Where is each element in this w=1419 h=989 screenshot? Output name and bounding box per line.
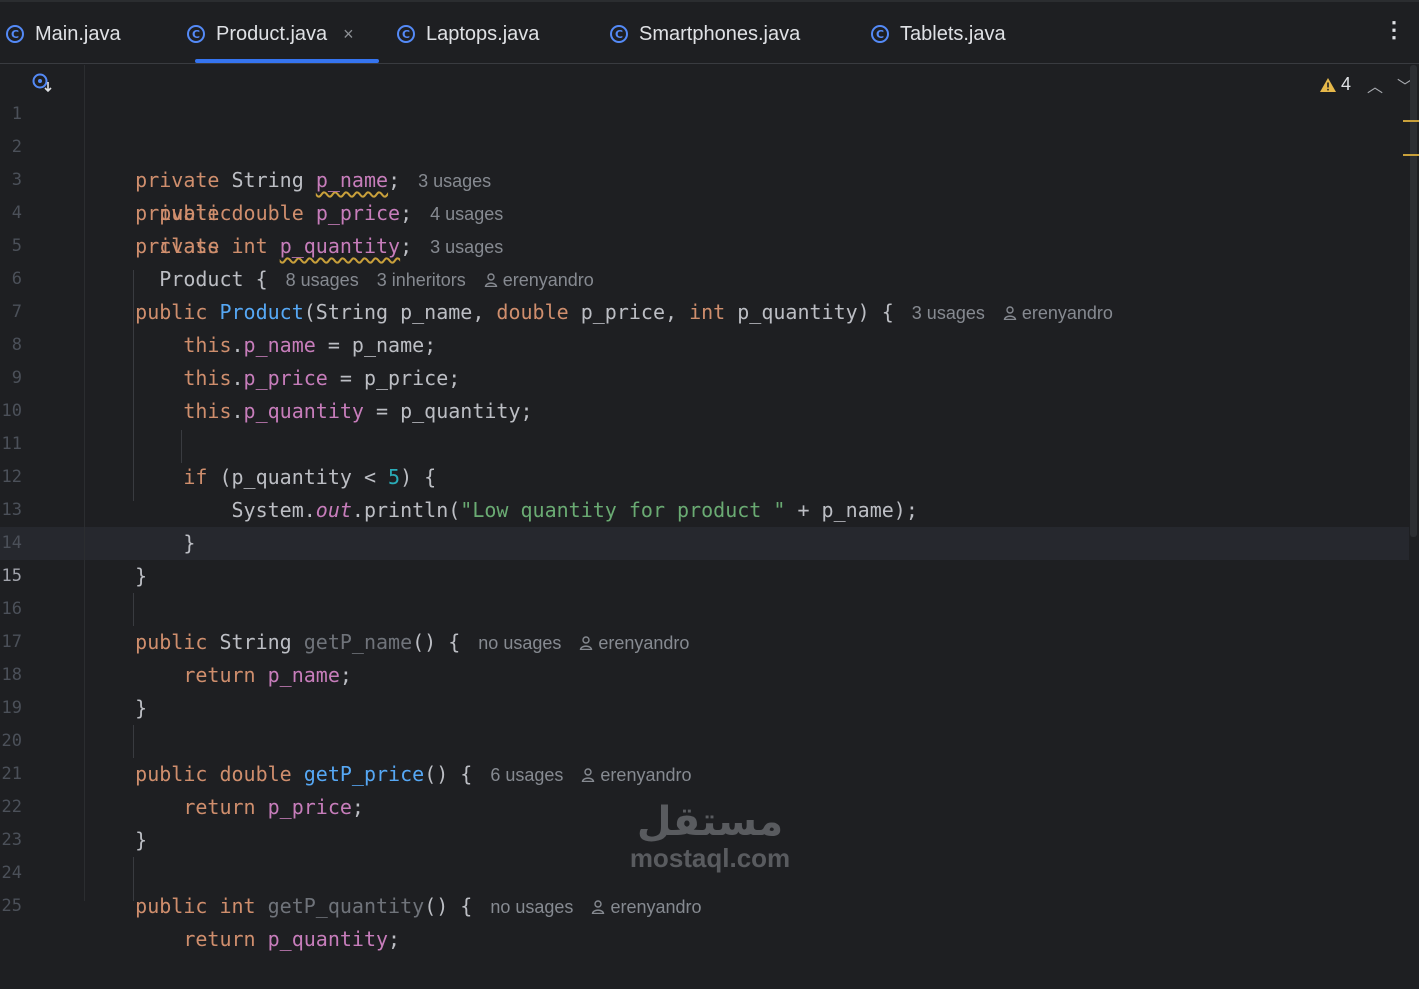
warning-stripe-mark[interactable]	[1403, 120, 1419, 122]
code-line: 5	[0, 197, 1400, 256]
tab-product-java[interactable]: C Product.java ×	[187, 14, 354, 54]
warnings-indicator[interactable]: 4	[1319, 74, 1351, 95]
watermark-arabic: مستقل	[636, 799, 784, 845]
more-options-icon[interactable]: ⋮	[1383, 19, 1405, 41]
class-run-icon: C	[6, 25, 24, 43]
warning-count: 4	[1340, 74, 1351, 94]
previous-highlight-icon[interactable]: ︿	[1367, 73, 1383, 97]
code-line: 13 }	[0, 461, 1400, 555]
author-hint[interactable]: erenyandro	[591, 897, 702, 917]
code-line: 4 private int p_quantity; 3 usages	[0, 164, 1400, 258]
code-line: 9 this.p_quantity = p_quantity;	[0, 329, 1400, 423]
top-border	[0, 0, 1419, 2]
code-line: 7 this.p_name = p_name;	[0, 263, 1400, 357]
code-line: 17 return p_name;	[0, 593, 1400, 687]
semicolon: ;	[388, 927, 401, 951]
code-line: 21 return p_price;	[0, 725, 1400, 819]
code-line: 12 System.out.println("Low quantity for …	[0, 428, 1400, 522]
code-line: 2 private String p_name; 3 usages	[0, 98, 1400, 192]
code-line: 1 public class Product {8 usages 3 inheri…	[0, 65, 1400, 291]
class-icon: C	[187, 25, 205, 43]
keyword: public	[135, 894, 208, 918]
warning-stripe-mark[interactable]	[1403, 154, 1419, 156]
code-line: 8 this.p_price = p_price;	[0, 296, 1400, 390]
tab-label: Tablets.java	[900, 22, 1006, 45]
code-line: 3 private double p_price; 4 usages	[0, 131, 1400, 225]
keyword: return	[183, 927, 256, 951]
method-name-unused: getP_quantity	[267, 894, 425, 918]
editor-tab-bar: C Main.java C Product.java × C Laptops.j…	[0, 0, 1419, 64]
tab-main-java[interactable]: C Main.java	[6, 14, 121, 54]
keyword: int	[219, 894, 256, 918]
code-line: 11 if (p_quantity < 5) {	[0, 395, 1400, 489]
implementations-gutter-icon[interactable]	[31, 72, 53, 94]
code-line-current: 15	[0, 527, 1400, 586]
code-editor[interactable]: 1 public class Product {8 usages 3 inheri…	[0, 65, 1419, 951]
class-icon: C	[397, 25, 415, 43]
code-line: 22 }	[0, 758, 1400, 852]
code-line: 6 public Product(String p_name, double p…	[0, 230, 1400, 324]
field-name: p_quantity	[267, 927, 389, 951]
tab-smartphones-java[interactable]: C Smartphones.java	[610, 14, 800, 54]
warning-icon	[1319, 77, 1336, 92]
code-line: 10	[0, 362, 1400, 421]
class-icon: C	[871, 25, 889, 43]
author-name: erenyandro	[610, 897, 702, 917]
line-number: 25	[1, 896, 22, 916]
code-line: 14 }	[0, 494, 1400, 588]
code-line: 20 public double getP_price() {6 usages e…	[0, 692, 1400, 786]
code-text: () {	[424, 894, 473, 918]
tab-laptops-java[interactable]: C Laptops.java	[397, 14, 539, 54]
vertical-scrollbar[interactable]	[1410, 65, 1417, 537]
code-line: 19	[0, 659, 1400, 718]
tab-tablets-java[interactable]: C Tablets.java	[871, 14, 1006, 54]
person-icon	[592, 900, 605, 914]
tab-label: Smartphones.java	[639, 22, 801, 45]
tab-label: Product.java	[216, 22, 328, 45]
code-line: 18 }	[0, 626, 1400, 720]
code-line: 16 public String getP_name() {no usages e…	[0, 560, 1400, 654]
active-tab-indicator	[195, 59, 379, 63]
watermark: مستقل mostaql.com	[620, 800, 800, 872]
class-icon: C	[610, 25, 628, 43]
tab-label: Main.java	[35, 22, 121, 45]
watermark-latin: mostaql.com	[629, 843, 791, 873]
usages-hint[interactable]: no usages	[490, 897, 573, 917]
tab-label: Laptops.java	[426, 22, 540, 45]
close-tab-icon[interactable]: ×	[343, 24, 354, 45]
